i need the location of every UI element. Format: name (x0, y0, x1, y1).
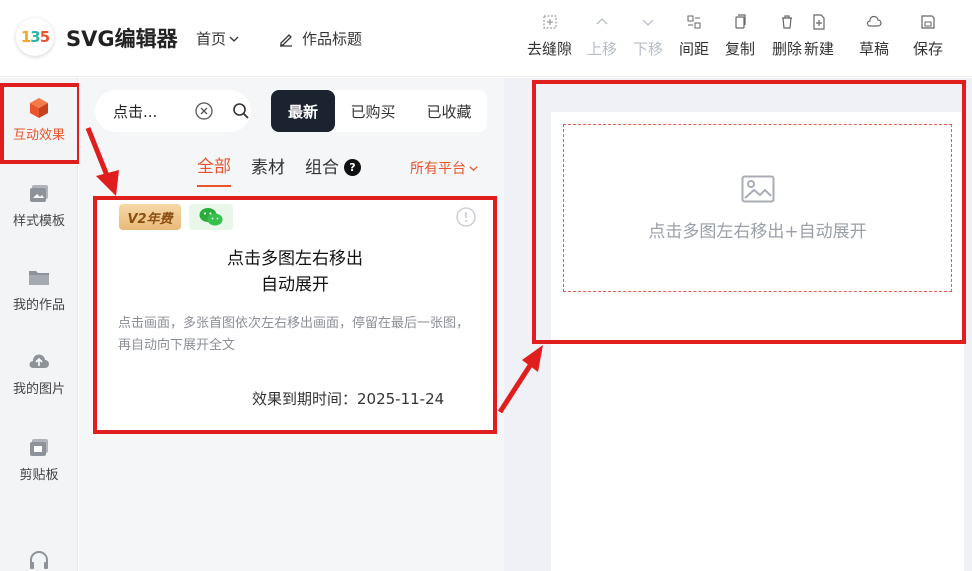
tab-materials[interactable]: 素材 (251, 153, 285, 186)
chevron-down-icon (229, 36, 239, 42)
search-value: 点击... (113, 102, 158, 121)
tool-label: 草稿 (859, 40, 890, 58)
card-title: 点击多图左右移出 自动展开 (97, 246, 493, 298)
sidebar-item-label: 我的图片 (12, 382, 65, 397)
clipboard-icon (30, 439, 48, 456)
chevron-up-icon (596, 18, 608, 25)
work-title-button[interactable]: 作品标题 (278, 28, 362, 49)
tool-remove-gap[interactable]: 去缝隙 (527, 14, 572, 59)
clear-icon[interactable] (195, 102, 213, 120)
pencil-icon (280, 33, 292, 47)
category-tabs: 全部 素材 组合? (197, 152, 361, 187)
search-icon[interactable] (232, 102, 250, 120)
info-icon[interactable] (456, 207, 476, 227)
wechat-icon (199, 208, 223, 226)
editor-root: 135 SVG编辑器 首页 作品标题 去缝隙 上移 下移 间距 复制 删除 新建… (0, 0, 972, 571)
top-bar: 135 SVG编辑器 首页 作品标题 去缝隙 上移 下移 间距 复制 删除 新建… (0, 0, 972, 77)
tool-label: 下移 (633, 40, 664, 58)
cloud-upload-icon (29, 354, 49, 368)
tool-spacing[interactable]: 间距 (679, 14, 709, 59)
tool-save[interactable]: 保存 (913, 14, 943, 59)
v2-annual-badge: V2年费 (119, 204, 181, 230)
sidebar-item-style-templates[interactable]: 样式模板 (0, 182, 78, 229)
sidebar-item-headset[interactable] (0, 548, 78, 571)
work-title-label: 作品标题 (302, 30, 363, 48)
tool-draft[interactable]: 草稿 (859, 14, 889, 59)
tool-label: 上移 (587, 40, 618, 58)
help-icon[interactable]: ? (344, 159, 361, 176)
platform-filter[interactable]: 所有平台 (410, 158, 479, 178)
tool-move-up[interactable]: 上移 (587, 14, 617, 59)
sidebar-item-my-images[interactable]: 我的图片 (0, 350, 78, 397)
chevron-down-icon (469, 165, 478, 171)
logo-char: 1 (20, 28, 31, 46)
sidebar-highlight-box (0, 83, 81, 164)
tool-copy[interactable]: 复制 (725, 14, 755, 59)
tab-all[interactable]: 全部 (197, 152, 231, 187)
canvas-highlight-box (532, 80, 966, 344)
tool-move-down[interactable]: 下移 (633, 14, 663, 59)
cloud-icon (866, 15, 882, 27)
app-title: SVG编辑器 (66, 27, 178, 51)
sidebar-item-clipboard[interactable]: 剪贴板 (0, 436, 78, 483)
tab-combos[interactable]: 组合? (305, 153, 361, 186)
tool-label: 去缝隙 (527, 40, 573, 58)
sort-purchased-button[interactable]: 已购买 (335, 90, 411, 132)
new-file-icon (813, 14, 825, 30)
template-icon (30, 185, 48, 202)
tool-label: 删除 (772, 40, 803, 58)
home-menu[interactable]: 首页 (196, 28, 240, 49)
logo-char: 3 (30, 28, 40, 46)
wechat-badge (189, 204, 233, 230)
effect-card[interactable]: V2年费 点击多图左右移出 自动展开 点击画面，多张首图依次左右移出画面，停留在… (93, 196, 497, 434)
home-label: 首页 (196, 30, 227, 48)
tab-combos-label: 组合 (305, 158, 339, 178)
tool-label: 间距 (679, 40, 710, 58)
save-icon (921, 15, 935, 29)
trash-icon (782, 15, 792, 29)
sidebar-item-label: 我的作品 (12, 298, 65, 313)
platform-filter-label: 所有平台 (410, 161, 466, 177)
card-title-line2: 自动展开 (261, 275, 329, 295)
tool-label: 新建 (804, 40, 835, 58)
search-input[interactable]: 点击... (95, 90, 251, 132)
sort-segmented-control: 最新 已购买 已收藏 (271, 90, 487, 132)
folder-icon (29, 271, 49, 285)
sort-latest-button[interactable]: 最新 (271, 90, 335, 132)
card-description: 点击画面，多张首图依次左右移出画面，停留在最后一张图，再自动向下展开全文 (118, 316, 470, 353)
gap-icon (543, 15, 556, 29)
spacing-icon (687, 15, 701, 29)
card-title-line1: 点击多图左右移出 (227, 249, 363, 269)
headset-icon (30, 551, 48, 569)
tool-label: 保存 (913, 40, 944, 58)
card-expire-date: 效果到期时间：2025-11-24 (252, 390, 445, 408)
app-logo[interactable]: 135 (16, 18, 54, 56)
tool-delete[interactable]: 删除 (772, 14, 802, 59)
copy-icon (735, 14, 746, 29)
tool-new[interactable]: 新建 (804, 14, 834, 59)
logo-char: 5 (39, 28, 50, 46)
sidebar-item-my-works[interactable]: 我的作品 (0, 266, 78, 313)
sidebar-item-label: 样式模板 (12, 214, 65, 229)
sidebar-item-label: 剪贴板 (19, 468, 59, 483)
tool-label: 复制 (725, 40, 756, 58)
chevron-down-icon (642, 19, 654, 26)
sort-favorites-button[interactable]: 已收藏 (411, 90, 487, 132)
effects-panel: 点击... 最新 已购买 已收藏 全部 素材 组合? 所有平台 V2年费 点击多… (79, 78, 504, 571)
